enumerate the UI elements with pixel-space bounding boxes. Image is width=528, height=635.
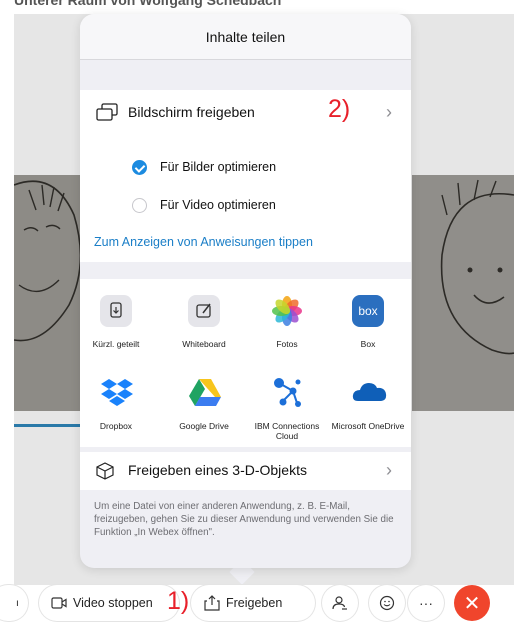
participant-video-left[interactable] — [14, 175, 86, 411]
checkmark-icon — [132, 160, 147, 175]
apps-grid: Kürzl. geteilt Whiteboard Fotos box Box … — [80, 279, 411, 447]
app-label: Kürzl. geteilt — [92, 339, 140, 349]
mute-icon: ı — [16, 597, 19, 609]
chevron-right-icon: › — [386, 102, 392, 122]
app-ibm-connections[interactable]: IBM Connections Cloud — [247, 377, 327, 441]
share-content-popover: Inhalte teilen Bildschirm freigeben 2) ›… — [80, 14, 411, 568]
app-label: Whiteboard — [182, 339, 226, 349]
share-3d-row[interactable]: Freigeben eines 3-D-Objekts › — [80, 452, 411, 490]
end-call-button[interactable]: ✕ — [454, 585, 490, 621]
ibm-connections-icon — [271, 377, 303, 409]
instructions-link[interactable]: Zum Anzeigen von Anweisungen tippen — [94, 235, 313, 249]
option-label: Für Bilder optimieren — [160, 160, 277, 174]
onedrive-icon — [352, 377, 387, 409]
participant-video-right[interactable] — [412, 175, 514, 411]
whiteboard-icon — [188, 295, 220, 327]
app-box[interactable]: box Box — [328, 295, 408, 349]
option-optimize-video[interactable]: Für Video optimieren — [80, 186, 411, 224]
toolbar-partial-button[interactable]: ı — [0, 585, 28, 621]
app-label: Google Drive — [179, 421, 229, 431]
share-screen-section: Bildschirm freigeben 2) › Für Bilder opt… — [80, 90, 411, 262]
stop-video-button[interactable]: Video stoppen — [39, 585, 179, 621]
photos-icon — [271, 295, 303, 327]
chevron-right-icon: › — [386, 460, 392, 480]
option-optimize-images[interactable]: Für Bilder optimieren — [80, 148, 411, 186]
smiley-icon — [379, 595, 395, 611]
dropbox-icon — [100, 377, 133, 409]
participants-button[interactable] — [322, 585, 358, 621]
app-recent-shared[interactable]: Kürzl. geteilt — [80, 295, 156, 349]
app-whiteboard[interactable]: Whiteboard — [164, 295, 244, 349]
app-label: Dropbox — [99, 421, 133, 431]
share-hint-text: Um eine Datei von einer anderen Anwendun… — [94, 501, 394, 538]
share-label: Freigeben — [226, 596, 283, 610]
option-label: Für Video optimieren — [160, 198, 276, 212]
step-annotation-1: 1) — [167, 587, 190, 615]
app-google-drive[interactable]: Google Drive — [164, 377, 244, 431]
meeting-header: Unterer Raum von Wolfgang Schedbach — [0, 0, 528, 14]
more-icon: ··· — [419, 595, 433, 611]
app-photos[interactable]: Fotos — [247, 295, 327, 349]
app-label: IBM Connections Cloud — [254, 421, 320, 441]
video-camera-icon — [51, 597, 67, 609]
app-dropbox[interactable]: Dropbox — [80, 377, 156, 431]
share-upload-icon — [204, 595, 220, 611]
drawing-face-left — [14, 175, 86, 411]
more-options-button[interactable]: ··· — [408, 585, 444, 621]
stop-video-label: Video stoppen — [73, 596, 153, 610]
active-speaker-indicator — [14, 424, 80, 427]
recent-shared-icon — [100, 295, 132, 327]
app-onedrive[interactable]: Microsoft OneDrive — [328, 377, 408, 431]
popover-title: Inhalte teilen — [205, 28, 286, 45]
cube-icon — [96, 462, 114, 480]
popover-header: Inhalte teilen — [80, 14, 411, 60]
share-button[interactable]: Freigeben — [191, 585, 315, 621]
participants-icon — [332, 596, 347, 610]
step-annotation-2: 2) — [328, 95, 351, 123]
close-icon: ✕ — [463, 592, 481, 615]
box-icon: box — [352, 295, 384, 327]
reactions-button[interactable] — [369, 585, 405, 621]
app-label: Box — [360, 339, 376, 349]
app-label: Microsoft OneDrive — [331, 421, 405, 431]
share-screen-label: Bildschirm freigeben — [128, 104, 255, 120]
screen-share-icon — [96, 103, 118, 121]
share-screen-row[interactable]: Bildschirm freigeben 2) › — [80, 90, 411, 134]
meeting-title: Unterer Raum von Wolfgang Schedbach — [14, 0, 282, 8]
share-3d-label: Freigeben eines 3-D-Objekts — [128, 462, 307, 478]
google-drive-icon — [188, 377, 221, 409]
radio-empty-icon — [132, 198, 147, 213]
app-label: Fotos — [276, 339, 298, 349]
drawing-face-right — [412, 175, 514, 411]
meeting-toolbar: ı Video stoppen 1) Freigeben ··· ✕ — [0, 580, 528, 630]
